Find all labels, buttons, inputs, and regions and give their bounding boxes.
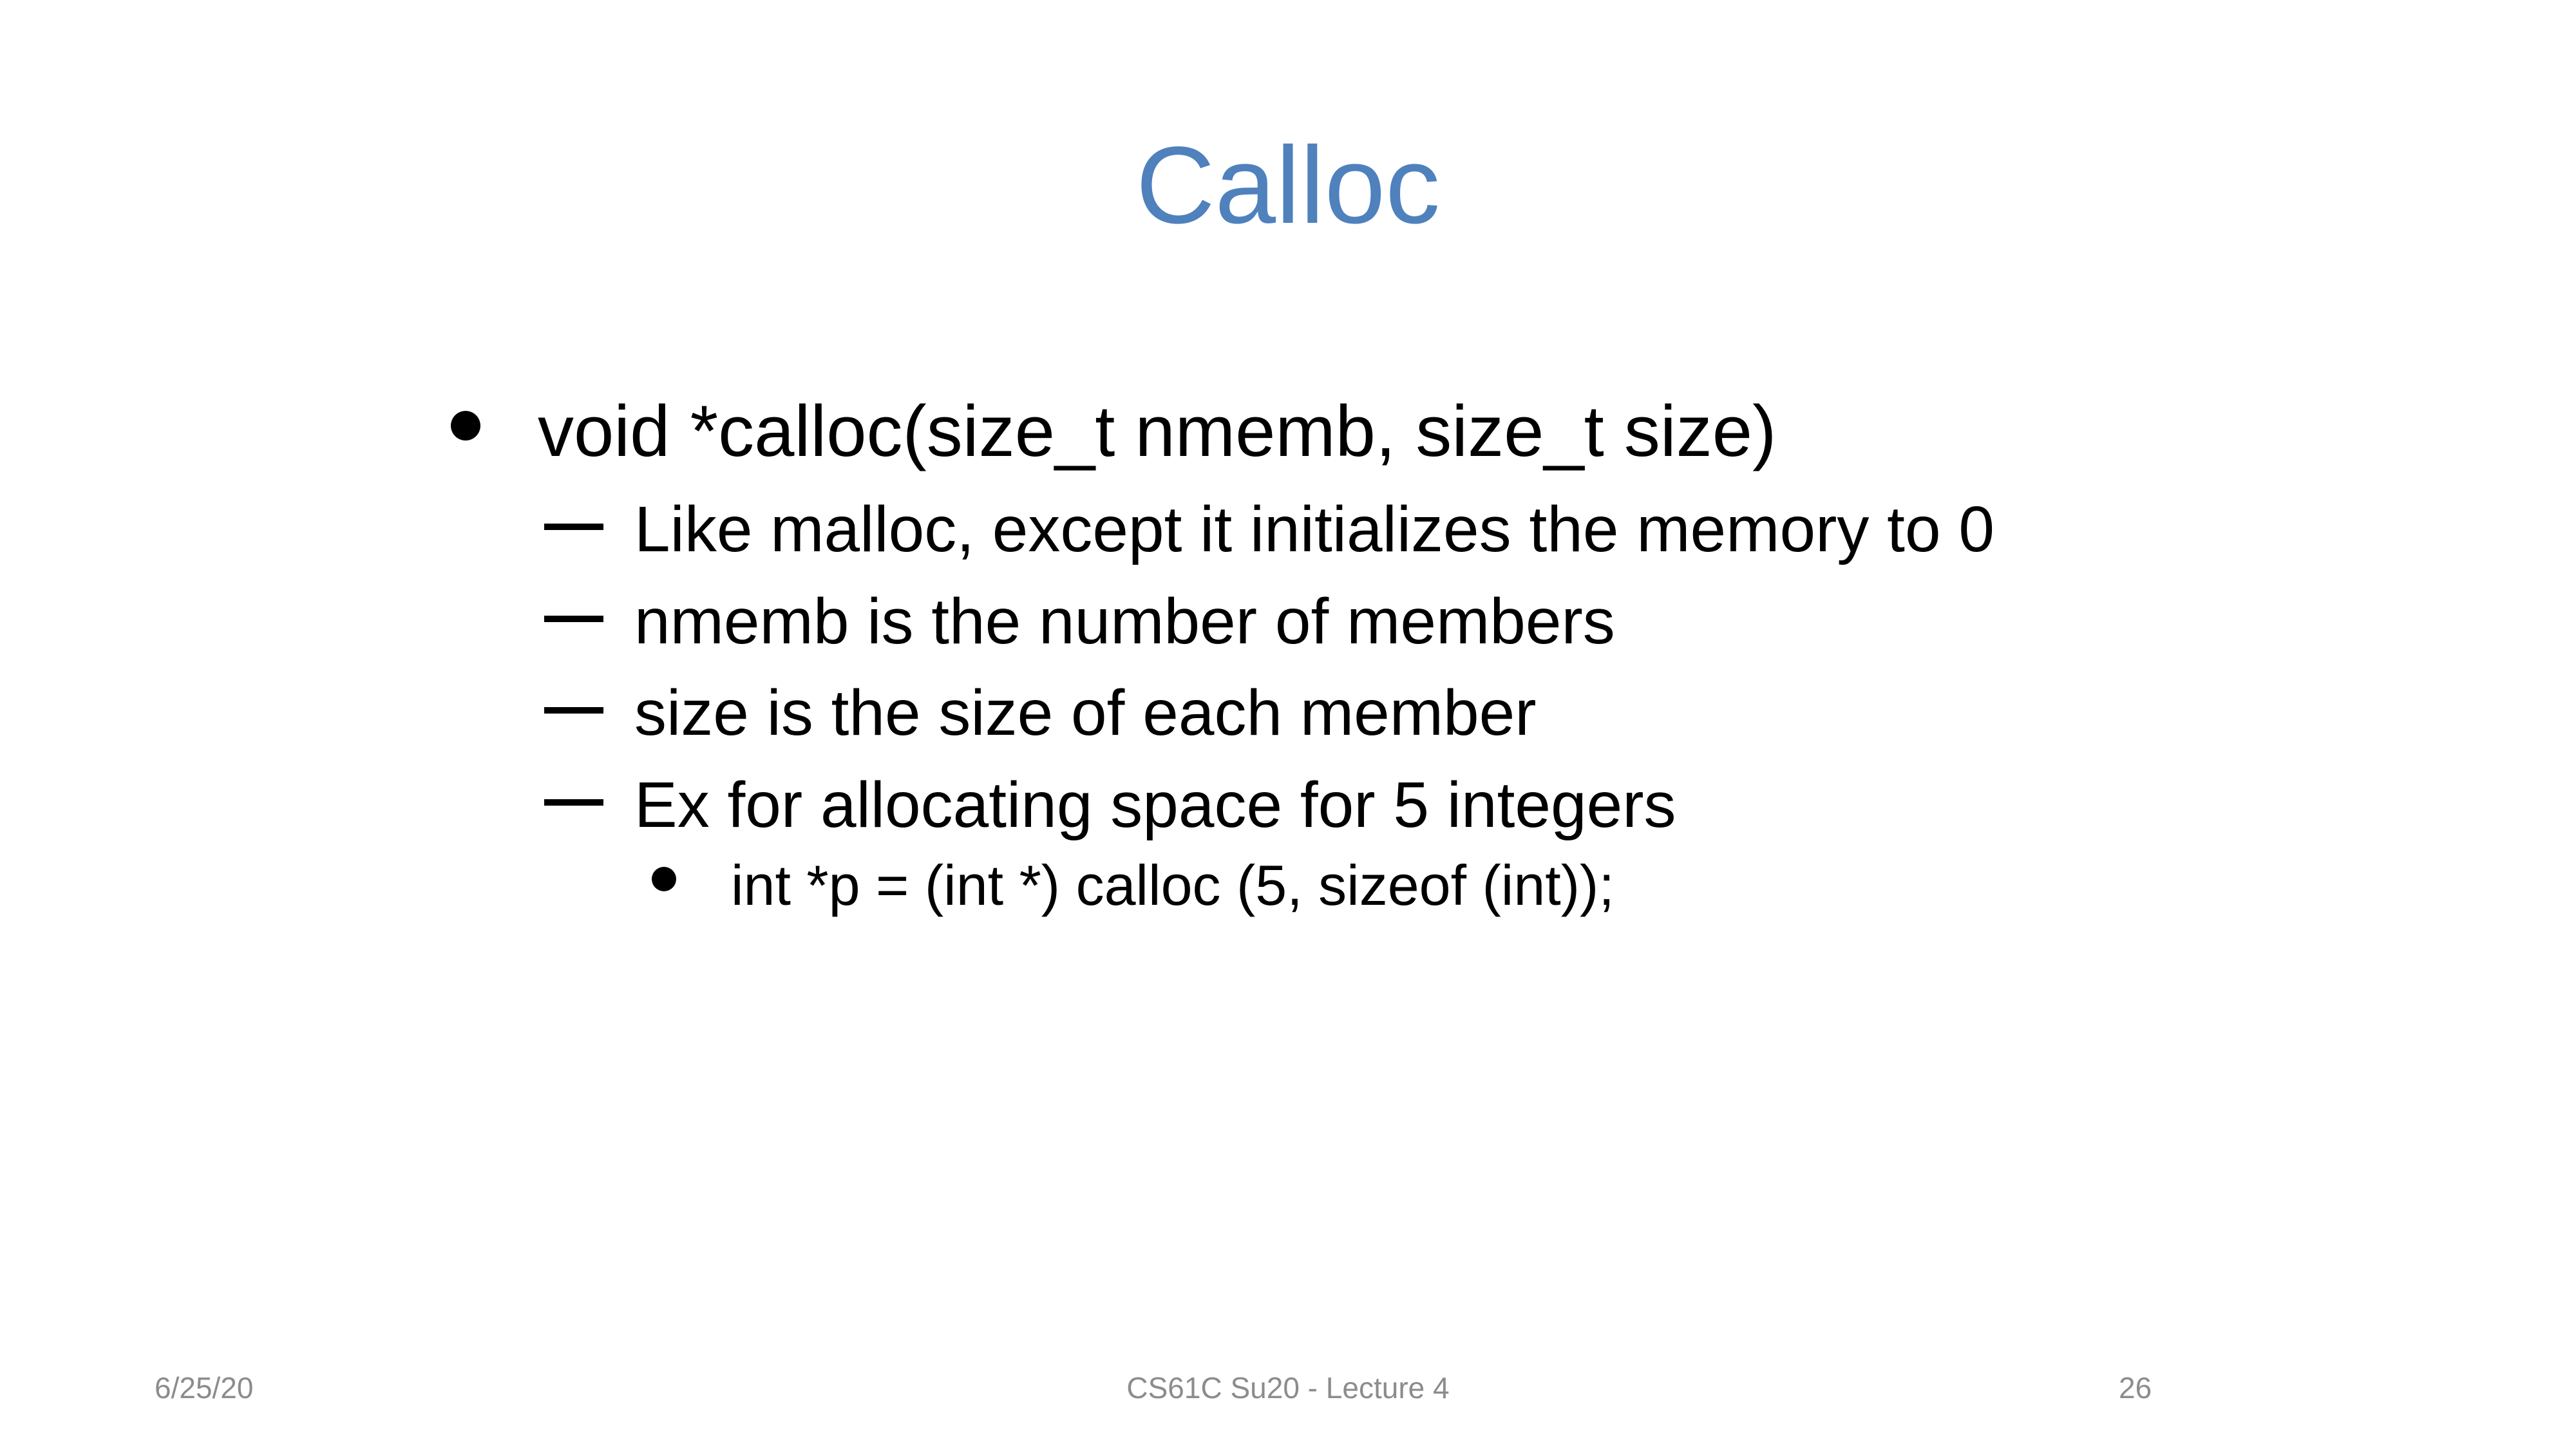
sub-bullet-text: size is the size of each member bbox=[634, 677, 1537, 749]
bullet-text: void *calloc(size_t nmemb, size_t size) bbox=[538, 391, 1777, 471]
sub-bullet-text: Like malloc, except it initializes the m… bbox=[634, 493, 1994, 565]
code-example-text: int *p = (int *) calloc (5, sizeof (int)… bbox=[731, 853, 1615, 917]
slide: Calloc void *calloc(size_t nmemb, size_t… bbox=[0, 0, 2576, 1449]
sub-bullet-text: nmemb is the number of members bbox=[634, 585, 1615, 658]
dash-icon bbox=[544, 799, 603, 806]
sub-bullet-item: size is the size of each member bbox=[0, 668, 2576, 758]
sub-bullet-text: Ex for allocating space for 5 integers bbox=[634, 769, 1676, 841]
footer-course: CS61C Su20 - Lecture 4 bbox=[1126, 1371, 1450, 1405]
bullet-dot-icon bbox=[652, 867, 676, 891]
bullet-dot-icon bbox=[451, 411, 480, 440]
dash-icon bbox=[544, 616, 603, 622]
bullet-item: void *calloc(size_t nmemb, size_t size) bbox=[0, 380, 2576, 483]
dash-icon bbox=[544, 524, 603, 530]
sub-bullet-item: nmemb is the number of members bbox=[0, 576, 2576, 667]
sub-bullet-item: Ex for allocating space for 5 integers bbox=[0, 760, 2576, 850]
footer-page-number: 26 bbox=[2119, 1371, 2152, 1405]
sub-sub-bullet-item: int *p = (int *) calloc (5, sizeof (int)… bbox=[0, 844, 2576, 927]
dash-icon bbox=[544, 707, 603, 714]
slide-content: void *calloc(size_t nmemb, size_t size) … bbox=[0, 0, 2576, 1449]
sub-bullet-item: Like malloc, except it initializes the m… bbox=[0, 484, 2576, 574]
